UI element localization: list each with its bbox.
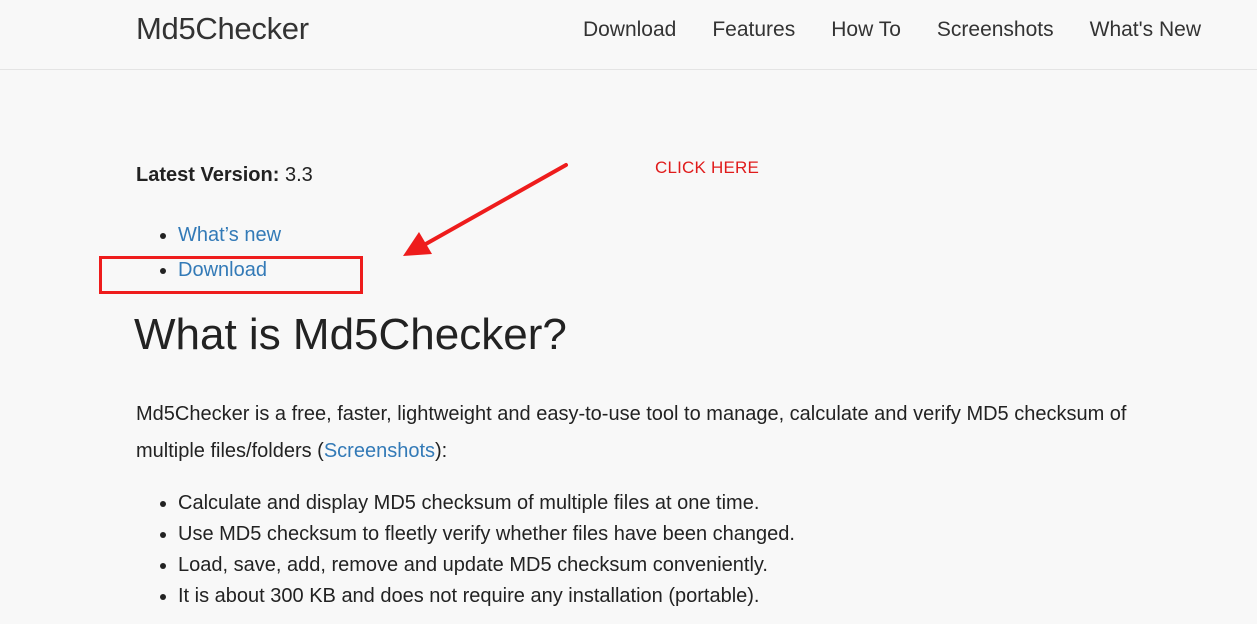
top-navbar: Md5Checker Download Features How To Scre…: [0, 0, 1257, 70]
brand-logo-link[interactable]: Md5Checker: [136, 11, 309, 47]
list-item: It is about 300 KB and does not require …: [178, 581, 795, 612]
intro-paragraph: Md5Checker is a free, faster, lightweigh…: [136, 396, 1176, 470]
arrow-shaft: [422, 163, 568, 247]
page-heading: What is Md5Checker?: [134, 310, 567, 359]
intro-text-before: Md5Checker is a free, faster, lightweigh…: [136, 403, 1127, 462]
page: Md5Checker Download Features How To Scre…: [0, 0, 1257, 624]
nav-link-how-to[interactable]: How To: [831, 18, 901, 41]
list-item: Load, save, add, remove and update MD5 c…: [178, 550, 795, 581]
latest-version: Latest Version: 3.3: [136, 164, 313, 187]
arrow-head: [403, 232, 432, 256]
latest-version-label: Latest Version:: [136, 164, 280, 186]
features-list: Calculate and display MD5 checksum of mu…: [160, 488, 795, 612]
nav-menu: Download Features How To Screenshots Wha…: [583, 18, 1201, 42]
list-item: Use MD5 checksum to fleetly verify wheth…: [178, 519, 795, 550]
nav-link-download[interactable]: Download: [583, 18, 676, 41]
nav-item-whats-new: What's New: [1090, 18, 1201, 42]
list-item: What’s new: [178, 218, 281, 253]
whats-new-link[interactable]: What’s new: [178, 224, 281, 246]
screenshots-inline-link[interactable]: Screenshots: [324, 440, 435, 462]
nav-link-features[interactable]: Features: [712, 18, 795, 41]
nav-item-how-to: How To: [831, 18, 901, 42]
nav-link-screenshots[interactable]: Screenshots: [937, 18, 1054, 41]
nav-item-features: Features: [712, 18, 795, 42]
click-here-callout: CLICK HERE: [655, 158, 760, 177]
list-item: Calculate and display MD5 checksum of mu…: [178, 488, 795, 519]
nav-item-download: Download: [583, 18, 676, 42]
nav-item-screenshots: Screenshots: [937, 18, 1054, 42]
download-highlight-box: [99, 256, 363, 294]
latest-version-value: 3.3: [284, 164, 313, 186]
nav-link-whats-new[interactable]: What's New: [1090, 18, 1201, 41]
intro-text-after: ):: [435, 440, 448, 462]
